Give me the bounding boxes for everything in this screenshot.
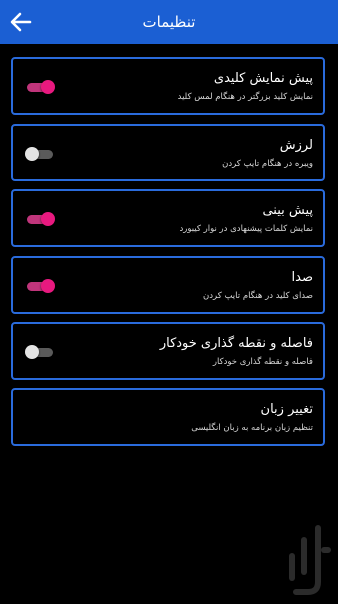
toggle-thumb bbox=[41, 80, 55, 94]
setting-prediction[interactable]: پیش بینی نمایش کلمات پیشنهادی در نوار کی… bbox=[11, 189, 325, 247]
bazaar-logo-icon bbox=[284, 520, 332, 600]
toggle-thumb bbox=[41, 279, 55, 293]
setting-label: پیش نمایش کلیدی bbox=[213, 71, 313, 86]
setting-label: صدا bbox=[291, 270, 313, 285]
setting-label: تغییر زبان bbox=[260, 402, 313, 417]
setting-key-preview[interactable]: پیش نمایش کلیدی نمایش کلید بزرگتر در هنگ… bbox=[11, 57, 325, 115]
setting-label: فاصله و نقطه گذاری خودکار bbox=[159, 336, 313, 351]
setting-vibration[interactable]: لرزش ویبره در هنگام تایپ کردن bbox=[11, 124, 325, 181]
setting-description: تنظیم زبان برنامه به زبان انگلیسی bbox=[191, 423, 313, 433]
app-bar: تنظیمات bbox=[0, 0, 338, 44]
toggle-thumb bbox=[41, 212, 55, 226]
setting-sound[interactable]: صدا صدای کلید در هنگام تایپ کردن bbox=[11, 256, 325, 314]
toggle-thumb bbox=[25, 345, 39, 359]
setting-description: ویبره در هنگام تایپ کردن bbox=[222, 159, 313, 169]
setting-change-language[interactable]: تغییر زبان تنظیم زبان برنامه به زبان انگ… bbox=[11, 388, 325, 446]
setting-description: صدای کلید در هنگام تایپ کردن bbox=[202, 291, 313, 301]
setting-label: لرزش bbox=[279, 138, 313, 153]
setting-auto-spacing[interactable]: فاصله و نقطه گذاری خودکار فاصله و نقطه گ… bbox=[11, 322, 325, 380]
vibration-toggle[interactable] bbox=[25, 147, 55, 161]
setting-label: پیش بینی bbox=[262, 203, 313, 218]
toggle-thumb bbox=[25, 147, 39, 161]
sound-toggle[interactable] bbox=[25, 279, 55, 293]
key-preview-toggle[interactable] bbox=[25, 80, 55, 94]
page-title: تنظیمات bbox=[142, 13, 196, 31]
setting-description: نمایش کلمات پیشنهادی در نوار کیبورد bbox=[179, 224, 313, 234]
setting-description: فاصله و نقطه گذاری خودکار bbox=[212, 357, 313, 367]
auto-spacing-toggle[interactable] bbox=[25, 345, 55, 359]
prediction-toggle[interactable] bbox=[25, 212, 55, 226]
setting-description: نمایش کلید بزرگتر در هنگام لمس کلید bbox=[177, 92, 313, 102]
